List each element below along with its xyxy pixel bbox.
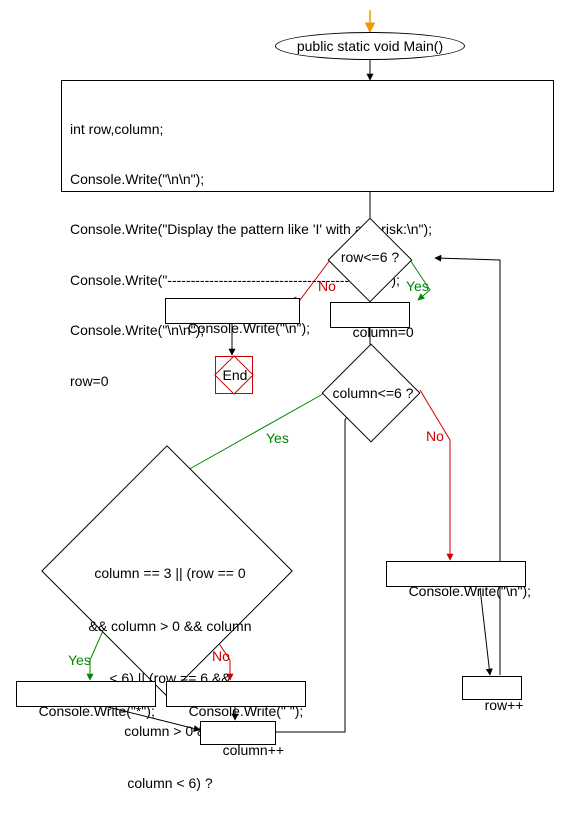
write-nl-row-label: Console.Write("\n"); (409, 583, 532, 599)
end-label: End (221, 367, 249, 383)
write-nl-row-node: Console.Write("\n"); (386, 561, 526, 587)
init-line: row=0 (70, 373, 545, 390)
col-init-node: column=0 (330, 302, 410, 328)
init-line: Console.Write("-------------------------… (70, 272, 545, 289)
start-label: public static void Main() (297, 38, 443, 54)
start-node: public static void Main() (275, 32, 465, 60)
row-inc-label: row++ (485, 697, 524, 713)
write-nl-end-label: Console.Write("\n"); (188, 320, 311, 336)
write-star-label: Console.Write("*"); (39, 703, 155, 719)
init-line: Console.Write("Display the pattern like … (70, 221, 545, 238)
col-inc-node: column++ (200, 721, 276, 745)
col-inc-label: column++ (223, 742, 284, 758)
flowchart-canvas: public static void Main() int row,column… (0, 0, 576, 788)
col-init-label: column=0 (353, 324, 414, 340)
write-nl-end-node: Console.Write("\n"); (165, 298, 300, 324)
init-node: int row,column; Console.Write("\n\n"); C… (61, 80, 554, 192)
write-space-node: Console.Write(" "); (166, 681, 306, 707)
row-inc-node: row++ (462, 676, 522, 700)
init-line: Console.Write("\n\n"); (70, 171, 545, 188)
write-star-node: Console.Write("*"); (16, 681, 156, 707)
write-space-label: Console.Write(" "); (189, 703, 304, 719)
init-line: int row,column; (70, 121, 545, 138)
